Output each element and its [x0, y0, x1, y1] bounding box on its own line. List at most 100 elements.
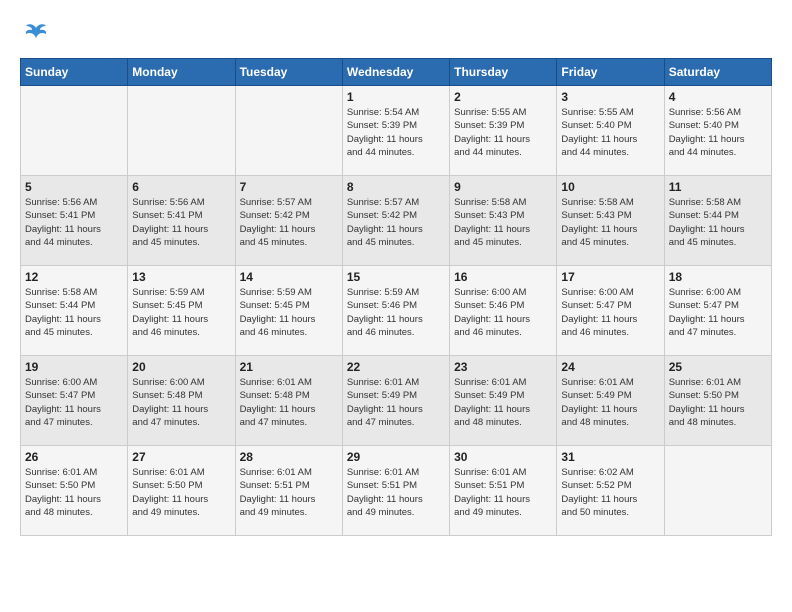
- day-info: Sunrise: 5:55 AM Sunset: 5:40 PM Dayligh…: [561, 106, 659, 159]
- calendar-cell: 6Sunrise: 5:56 AM Sunset: 5:41 PM Daylig…: [128, 176, 235, 266]
- header-wednesday: Wednesday: [342, 59, 449, 86]
- calendar-cell: 9Sunrise: 5:58 AM Sunset: 5:43 PM Daylig…: [450, 176, 557, 266]
- calendar-week-2: 5 Sunrise: 5:56 AM Sunset: 5:41 PM Daylig…: [21, 176, 772, 266]
- calendar-cell: 10Sunrise: 5:58 AM Sunset: 5:43 PM Dayli…: [557, 176, 664, 266]
- day-number: 7: [240, 180, 338, 194]
- calendar-cell: 31Sunrise: 6:02 AM Sunset: 5:52 PM Dayli…: [557, 446, 664, 536]
- day-number: 30: [454, 450, 552, 464]
- day-info: Sunrise: 6:00 AM Sunset: 5:47 PM Dayligh…: [669, 286, 767, 339]
- day-number: 9: [454, 180, 552, 194]
- calendar-cell: 21Sunrise: 6:01 AM Sunset: 5:48 PM Dayli…: [235, 356, 342, 446]
- calendar-cell: [21, 86, 128, 176]
- calendar-cell: 5 Sunrise: 5:56 AM Sunset: 5:41 PM Daylig…: [21, 176, 128, 266]
- day-number: 5: [25, 180, 123, 194]
- day-info: Sunrise: 5:58 AM Sunset: 5:44 PM Dayligh…: [25, 286, 123, 339]
- day-info: Sunrise: 5:54 AM Sunset: 5:39 PM Dayligh…: [347, 106, 445, 159]
- calendar-cell: [664, 446, 771, 536]
- day-number: 10: [561, 180, 659, 194]
- day-info: Sunrise: 6:00 AM Sunset: 5:46 PM Dayligh…: [454, 286, 552, 339]
- header-thursday: Thursday: [450, 59, 557, 86]
- day-number: 25: [669, 360, 767, 374]
- header-sunday: Sunday: [21, 59, 128, 86]
- day-number: 23: [454, 360, 552, 374]
- header-saturday: Saturday: [664, 59, 771, 86]
- calendar-cell: 13 Sunrise: 5:59 AM Sunset: 5:45 PM Dayli…: [128, 266, 235, 356]
- calendar-table: SundayMondayTuesdayWednesdayThursdayFrid…: [20, 58, 772, 536]
- day-number: 19: [25, 360, 123, 374]
- day-info: Sunrise: 6:01 AM Sunset: 5:49 PM Dayligh…: [561, 376, 659, 429]
- day-number: 15: [347, 270, 445, 284]
- calendar-cell: 1 Sunrise: 5:54 AM Sunset: 5:39 PM Daylig…: [342, 86, 449, 176]
- day-info: Sunrise: 6:01 AM Sunset: 5:51 PM Dayligh…: [240, 466, 338, 519]
- day-number: 16: [454, 270, 552, 284]
- calendar-cell: 20 Sunrise: 6:00 AM Sunset: 5:48 PM Dayli…: [128, 356, 235, 446]
- calendar-cell: 30 Sunrise: 6:01 AM Sunset: 5:51 PM Dayli…: [450, 446, 557, 536]
- day-number: 29: [347, 450, 445, 464]
- header-friday: Friday: [557, 59, 664, 86]
- day-info: Sunrise: 5:59 AM Sunset: 5:45 PM Dayligh…: [240, 286, 338, 339]
- day-number: 26: [25, 450, 123, 464]
- calendar-cell: 7 Sunrise: 5:57 AM Sunset: 5:42 PM Daylig…: [235, 176, 342, 266]
- calendar-cell: 11 Sunrise: 5:58 AM Sunset: 5:44 PM Dayli…: [664, 176, 771, 266]
- header-tuesday: Tuesday: [235, 59, 342, 86]
- day-number: 22: [347, 360, 445, 374]
- day-info: Sunrise: 6:01 AM Sunset: 5:49 PM Dayligh…: [454, 376, 552, 429]
- day-info: Sunrise: 6:00 AM Sunset: 5:48 PM Dayligh…: [132, 376, 230, 429]
- day-number: 13: [132, 270, 230, 284]
- calendar-cell: 2 Sunrise: 5:55 AM Sunset: 5:39 PM Daylig…: [450, 86, 557, 176]
- day-info: Sunrise: 5:57 AM Sunset: 5:42 PM Dayligh…: [347, 196, 445, 249]
- day-number: 17: [561, 270, 659, 284]
- calendar-cell: 16 Sunrise: 6:00 AM Sunset: 5:46 PM Dayli…: [450, 266, 557, 356]
- calendar-cell: 4Sunrise: 5:56 AM Sunset: 5:40 PM Daylig…: [664, 86, 771, 176]
- day-number: 24: [561, 360, 659, 374]
- day-info: Sunrise: 6:00 AM Sunset: 5:47 PM Dayligh…: [561, 286, 659, 339]
- day-info: Sunrise: 6:01 AM Sunset: 5:51 PM Dayligh…: [454, 466, 552, 519]
- calendar-cell: 24 Sunrise: 6:01 AM Sunset: 5:49 PM Dayli…: [557, 356, 664, 446]
- calendar-cell: 27Sunrise: 6:01 AM Sunset: 5:50 PM Dayli…: [128, 446, 235, 536]
- calendar-week-5: 26 Sunrise: 6:01 AM Sunset: 5:50 PM Dayli…: [21, 446, 772, 536]
- calendar-cell: 8 Sunrise: 5:57 AM Sunset: 5:42 PM Daylig…: [342, 176, 449, 266]
- day-info: Sunrise: 5:59 AM Sunset: 5:45 PM Dayligh…: [132, 286, 230, 339]
- day-number: 12: [25, 270, 123, 284]
- logo: [20, 20, 50, 48]
- calendar-header-row: SundayMondayTuesdayWednesdayThursdayFrid…: [21, 59, 772, 86]
- day-number: 8: [347, 180, 445, 194]
- calendar-body: 1 Sunrise: 5:54 AM Sunset: 5:39 PM Daylig…: [21, 86, 772, 536]
- calendar-cell: 14 Sunrise: 5:59 AM Sunset: 5:45 PM Dayli…: [235, 266, 342, 356]
- day-number: 3: [561, 90, 659, 104]
- calendar-cell: 22 Sunrise: 6:01 AM Sunset: 5:49 PM Dayli…: [342, 356, 449, 446]
- calendar-cell: 23 Sunrise: 6:01 AM Sunset: 5:49 PM Dayli…: [450, 356, 557, 446]
- calendar-week-1: 1 Sunrise: 5:54 AM Sunset: 5:39 PM Daylig…: [21, 86, 772, 176]
- calendar-cell: 19 Sunrise: 6:00 AM Sunset: 5:47 PM Dayli…: [21, 356, 128, 446]
- logo-bird-icon: [22, 20, 50, 48]
- day-number: 27: [132, 450, 230, 464]
- page-header: [20, 20, 772, 48]
- day-info: Sunrise: 5:55 AM Sunset: 5:39 PM Dayligh…: [454, 106, 552, 159]
- calendar-cell: 29 Sunrise: 6:01 AM Sunset: 5:51 PM Dayli…: [342, 446, 449, 536]
- calendar-cell: 15Sunrise: 5:59 AM Sunset: 5:46 PM Dayli…: [342, 266, 449, 356]
- day-number: 14: [240, 270, 338, 284]
- day-info: Sunrise: 5:56 AM Sunset: 5:41 PM Dayligh…: [25, 196, 123, 249]
- day-info: Sunrise: 6:00 AM Sunset: 5:47 PM Dayligh…: [25, 376, 123, 429]
- calendar-cell: 18 Sunrise: 6:00 AM Sunset: 5:47 PM Dayli…: [664, 266, 771, 356]
- calendar-cell: 12 Sunrise: 5:58 AM Sunset: 5:44 PM Dayli…: [21, 266, 128, 356]
- day-number: 21: [240, 360, 338, 374]
- day-number: 11: [669, 180, 767, 194]
- day-info: Sunrise: 5:57 AM Sunset: 5:42 PM Dayligh…: [240, 196, 338, 249]
- calendar-cell: 17 Sunrise: 6:00 AM Sunset: 5:47 PM Dayli…: [557, 266, 664, 356]
- day-info: Sunrise: 6:01 AM Sunset: 5:50 PM Dayligh…: [25, 466, 123, 519]
- day-number: 20: [132, 360, 230, 374]
- header-monday: Monday: [128, 59, 235, 86]
- day-number: 2: [454, 90, 552, 104]
- day-info: Sunrise: 5:58 AM Sunset: 5:44 PM Dayligh…: [669, 196, 767, 249]
- day-number: 6: [132, 180, 230, 194]
- day-number: 18: [669, 270, 767, 284]
- calendar-cell: 25Sunrise: 6:01 AM Sunset: 5:50 PM Dayli…: [664, 356, 771, 446]
- day-number: 31: [561, 450, 659, 464]
- day-info: Sunrise: 6:01 AM Sunset: 5:49 PM Dayligh…: [347, 376, 445, 429]
- day-info: Sunrise: 6:01 AM Sunset: 5:51 PM Dayligh…: [347, 466, 445, 519]
- day-number: 1: [347, 90, 445, 104]
- day-number: 28: [240, 450, 338, 464]
- calendar-week-3: 12 Sunrise: 5:58 AM Sunset: 5:44 PM Dayli…: [21, 266, 772, 356]
- calendar-week-4: 19 Sunrise: 6:00 AM Sunset: 5:47 PM Dayli…: [21, 356, 772, 446]
